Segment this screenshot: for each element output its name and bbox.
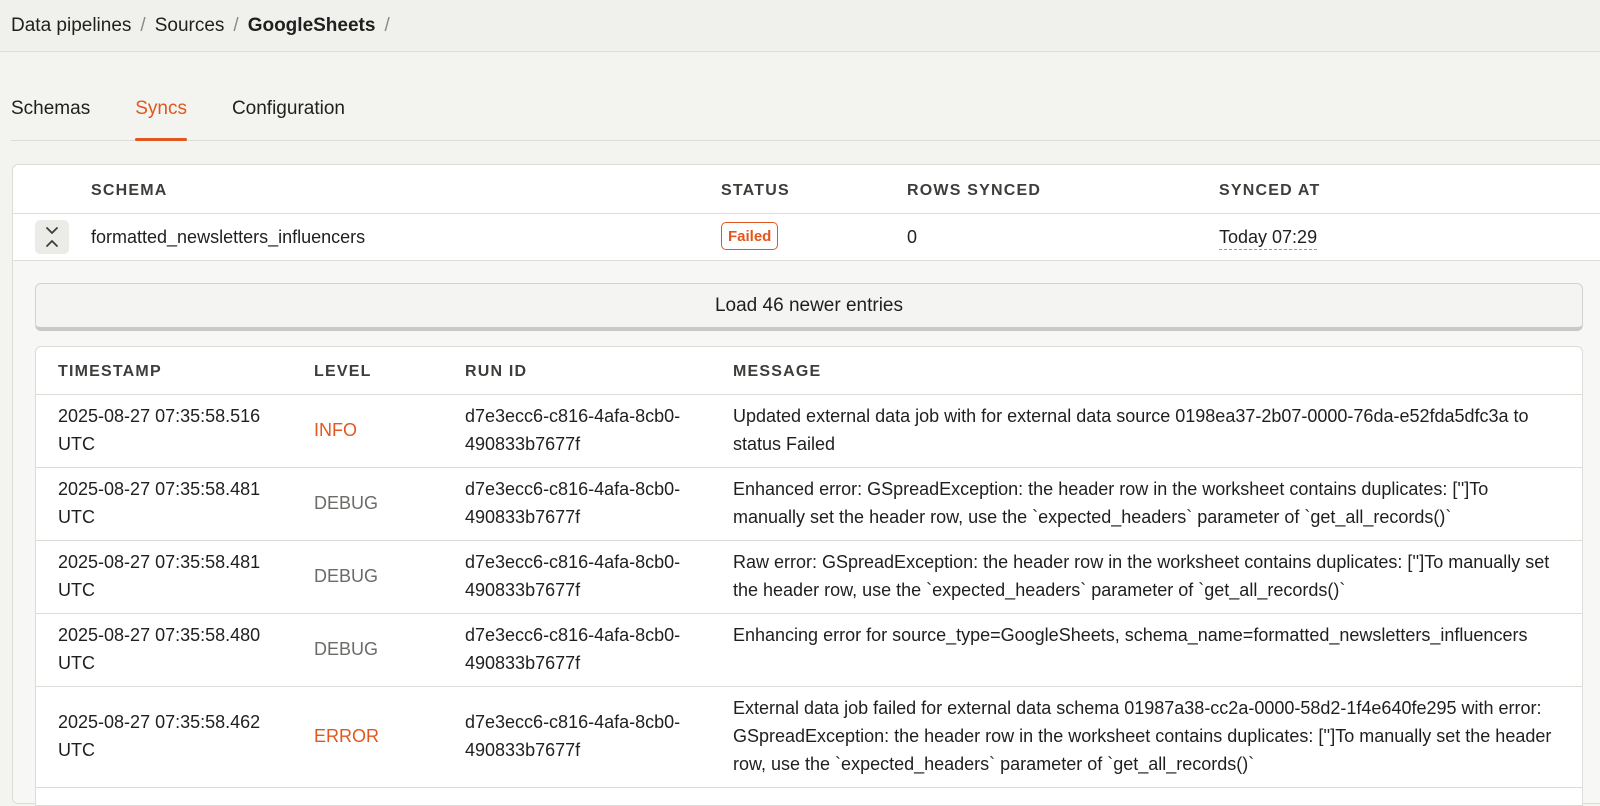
sync-row[interactable]: formatted_newsletters_influencers Failed… <box>13 214 1600 261</box>
breadcrumb-data-pipelines[interactable]: Data pipelines <box>11 15 131 37</box>
log-table-header: TIMESTAMP LEVEL RUN ID MESSAGE <box>36 347 1582 395</box>
log-timestamp: 2025-08-27 07:35:58.516 UTC <box>58 406 261 454</box>
log-level: INFO <box>314 420 357 440</box>
log-run-id: d7e3ecc6-c816-4afa-8cb0-490833b7677f <box>465 406 681 454</box>
tab-bar: Schemas Syncs Configuration <box>11 92 1600 141</box>
breadcrumb-sources[interactable]: Sources <box>155 15 225 37</box>
synced-at-value[interactable]: Today 07:29 <box>1219 227 1318 250</box>
column-header-level: LEVEL <box>314 363 372 380</box>
column-header-run-id: RUN ID <box>465 363 528 380</box>
log-row: 2025-08-27 07:35:58.516 UTC INFO d7e3ecc… <box>36 395 1582 468</box>
log-message: Enhancing error for source_type=GoogleSh… <box>733 625 1528 645</box>
tab-schemas[interactable]: Schemas <box>11 92 90 140</box>
sync-table-header: SCHEMA STATUS ROWS SYNCED SYNCED AT <box>13 165 1600 214</box>
column-header-synced-at[interactable]: SYNCED AT <box>1219 182 1320 200</box>
column-header-status[interactable]: STATUS <box>721 182 790 200</box>
log-row: 2025-08-27 07:35:58.481 UTC DEBUG d7e3ec… <box>36 541 1582 614</box>
collapse-chevrons-icon <box>46 227 58 247</box>
tab-configuration[interactable]: Configuration <box>232 92 345 140</box>
breadcrumb-googlesheets[interactable]: GoogleSheets <box>248 15 376 37</box>
column-header-rows-synced[interactable]: ROWS SYNCED <box>907 182 1041 200</box>
log-table: TIMESTAMP LEVEL RUN ID MESSAGE 2025-08-2… <box>35 346 1583 806</box>
log-run-id: d7e3ecc6-c816-4afa-8cb0-490833b7677f <box>465 552 681 600</box>
log-timestamp: 2025-08-27 07:35:58.481 UTC <box>58 552 261 600</box>
log-run-id: d7e3ecc6-c816-4afa-8cb0-490833b7677f <box>465 625 681 673</box>
log-level: DEBUG <box>314 639 379 659</box>
status-badge: Failed <box>721 222 779 250</box>
column-header-timestamp: TIMESTAMP <box>58 363 162 380</box>
load-newer-entries-button[interactable]: Load 46 newer entries <box>35 283 1583 331</box>
log-run-id: d7e3ecc6-c816-4afa-8cb0-490833b7677f <box>465 479 681 527</box>
log-message: Updated external data job with for exter… <box>733 406 1529 454</box>
syncs-panel: SCHEMA STATUS ROWS SYNCED SYNCED AT form… <box>12 164 1600 806</box>
log-level: DEBUG <box>314 566 379 586</box>
log-level: ERROR <box>314 726 380 746</box>
breadcrumb: Data pipelines / Sources / GoogleSheets … <box>0 0 1600 52</box>
breadcrumb-separator: / <box>233 14 239 36</box>
column-header-schema[interactable]: SCHEMA <box>91 182 168 200</box>
breadcrumb-separator: / <box>140 14 146 36</box>
breadcrumb-separator: / <box>384 14 390 36</box>
log-row: 2025-08-27 07:35:58.481 UTC DEBUG d7e3ec… <box>36 468 1582 541</box>
log-timestamp: 2025-08-27 07:35:58.481 UTC <box>58 479 261 527</box>
log-timestamp: 2025-08-27 07:35:58.480 UTC <box>58 625 261 673</box>
log-message: External data job failed for external da… <box>733 698 1552 774</box>
column-header-message: MESSAGE <box>733 363 822 380</box>
log-run-id: d7e3ecc6-c816-4afa-8cb0-490833b7677f <box>465 712 681 760</box>
log-timestamp: 2025-08-27 07:35:58.462 UTC <box>58 712 261 760</box>
log-message: Raw error: GSpreadException: the header … <box>733 552 1550 600</box>
log-message: Enhanced error: GSpreadException: the he… <box>733 479 1489 527</box>
log-row: 2025-08-27 07:35:58.462 UTC ERROR d7e3ec… <box>36 687 1582 788</box>
sync-schema-name: formatted_newsletters_influencers <box>91 227 366 247</box>
collapse-toggle-button[interactable] <box>35 220 69 254</box>
tab-syncs[interactable]: Syncs <box>135 92 187 141</box>
log-level: DEBUG <box>314 493 379 513</box>
rows-synced-value: 0 <box>907 227 918 247</box>
log-row: 2025-08-27 07:35:58.480 UTC DEBUG d7e3ec… <box>36 614 1582 687</box>
